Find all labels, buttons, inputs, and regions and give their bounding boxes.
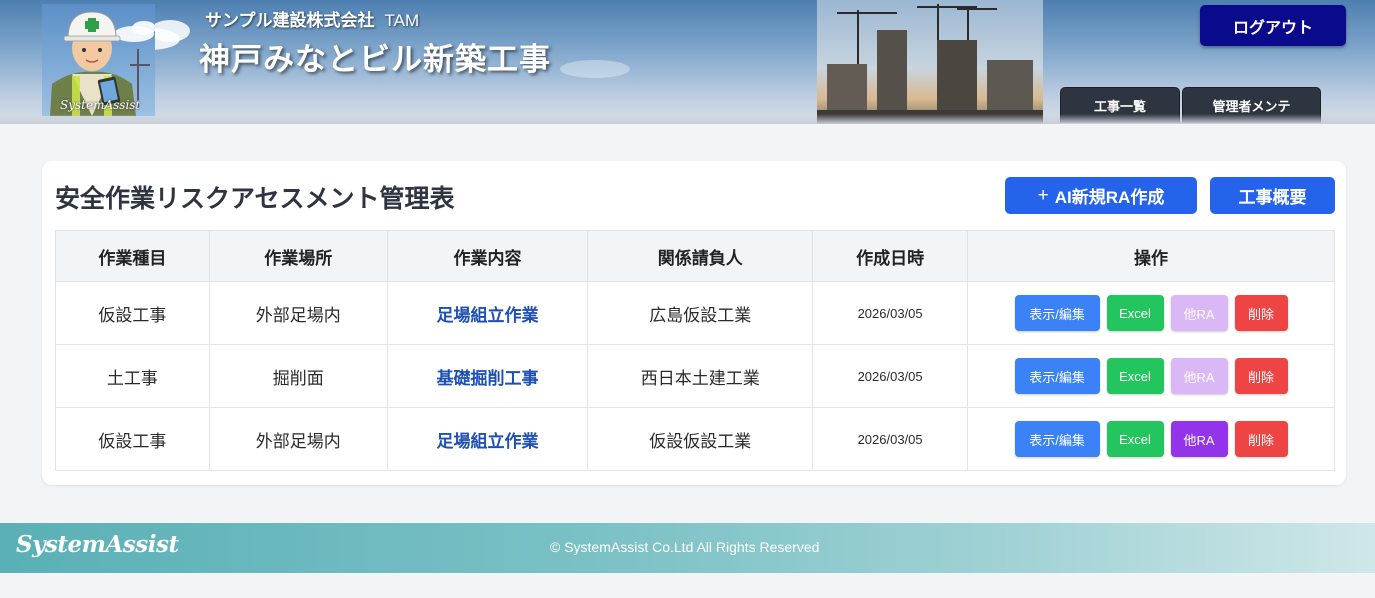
cell-date: 2026/03/05 — [812, 281, 969, 345]
construction-cranes-icon — [817, 4, 1043, 124]
column-header: 関係請負人 — [587, 230, 814, 282]
table-row: 仮設工事 外部足場内 足場組立作業 広島仮設工業 2026/03/05 表示/編… — [55, 281, 1335, 345]
cell-actions: 表示/編集 Excel 他RA 削除 — [967, 407, 1335, 471]
edit-button[interactable]: 表示/編集 — [1014, 421, 1100, 457]
project-overview-button[interactable]: 工事概要 — [1210, 177, 1335, 214]
new-ai-ra-button[interactable]: + AI新規RA作成 — [1005, 177, 1197, 214]
delete-button[interactable]: 削除 — [1234, 358, 1288, 394]
delete-button[interactable]: 削除 — [1234, 421, 1288, 457]
company-line: サンプル建設株式会社 TAM — [205, 6, 419, 31]
app-footer: SystemAssist © SystemAssist Co.Ltd All R… — [0, 523, 1375, 573]
table-row: 仮設工事 外部足場内 足場組立作業 仮設仮設工業 2026/03/05 表示/編… — [55, 407, 1335, 471]
cell-location: 外部足場内 — [208, 281, 388, 345]
avatar: SystemAssist — [42, 4, 155, 116]
column-header: 作成日時 — [812, 230, 969, 282]
delete-button[interactable]: 削除 — [1234, 295, 1288, 331]
cell-category: 土工事 — [55, 344, 210, 408]
cell-date: 2026/03/05 — [812, 344, 969, 408]
other-ra-button: 他RA — [1170, 358, 1228, 394]
cell-category: 仮設工事 — [55, 407, 210, 471]
tab-project-list[interactable]: 工事一覧 — [1060, 87, 1180, 123]
copyright-text: © SystemAssist Co.Ltd All Rights Reserve… — [550, 539, 820, 555]
column-header: 作業種目 — [55, 230, 210, 282]
table-row: 土工事 掘削面 基礎掘削工事 西日本土建工業 2026/03/05 表示/編集 … — [55, 344, 1335, 408]
user-name: TAM — [384, 11, 420, 30]
cell-contractor: 仮設仮設工業 — [587, 407, 814, 471]
company-name: サンプル建設株式会社 — [205, 11, 375, 30]
cell-date: 2026/03/05 — [812, 407, 969, 471]
column-header: 操作 — [967, 230, 1335, 282]
cell-actions: 表示/編集 Excel 他RA 削除 — [967, 281, 1335, 345]
cell-category: 仮設工事 — [55, 281, 210, 345]
avatar-caption: SystemAssist — [60, 98, 141, 112]
cloud-decoration — [560, 60, 630, 78]
cell-work-link[interactable]: 足場組立作業 — [386, 281, 589, 345]
cell-location: 外部足場内 — [208, 407, 388, 471]
construction-site-image — [817, 0, 1043, 124]
cell-work-link[interactable]: 足場組立作業 — [386, 407, 589, 471]
project-title: 神戸みなとビル新築工事 — [199, 42, 551, 77]
cell-actions: 表示/編集 Excel 他RA 削除 — [967, 344, 1335, 408]
page-title: 安全作業リスクアセスメント管理表 — [55, 185, 455, 213]
excel-button[interactable]: Excel — [1106, 358, 1164, 394]
ra-table: 作業種目 作業場所 作業内容 関係請負人 作成日時 操作 仮設工事 外部足場内 … — [55, 230, 1335, 471]
cloud-decoration — [150, 20, 190, 42]
footer-logo: SystemAssist — [16, 531, 179, 558]
cell-location: 掘削面 — [208, 344, 388, 408]
app-header: SystemAssist サンプル建設株式会社 TAM 神戸みなとビル新築工事 ロ… — [0, 0, 1375, 124]
cell-contractor: 西日本土建工業 — [587, 344, 814, 408]
edit-button[interactable]: 表示/編集 — [1014, 295, 1100, 331]
other-ra-button[interactable]: 他RA — [1170, 421, 1228, 457]
excel-button[interactable]: Excel — [1106, 421, 1164, 457]
plus-icon: + — [1037, 184, 1049, 206]
cell-contractor: 広島仮設工業 — [587, 281, 814, 345]
cell-work-link[interactable]: 基礎掘削工事 — [386, 344, 589, 408]
excel-button[interactable]: Excel — [1106, 295, 1164, 331]
tab-admin-maintenance[interactable]: 管理者メンテ — [1182, 87, 1321, 123]
ra-management-card: 安全作業リスクアセスメント管理表 + AI新規RA作成 工事概要 作業種目 作業… — [42, 161, 1346, 485]
table-header-row: 作業種目 作業場所 作業内容 関係請負人 作成日時 操作 — [55, 230, 1335, 282]
column-header: 作業内容 — [386, 230, 589, 282]
column-header: 作業場所 — [208, 230, 388, 282]
new-ai-ra-label: AI新規RA作成 — [1054, 188, 1165, 207]
logout-button[interactable]: ログアウト — [1200, 5, 1346, 46]
other-ra-button: 他RA — [1170, 295, 1228, 331]
edit-button[interactable]: 表示/編集 — [1014, 358, 1100, 394]
